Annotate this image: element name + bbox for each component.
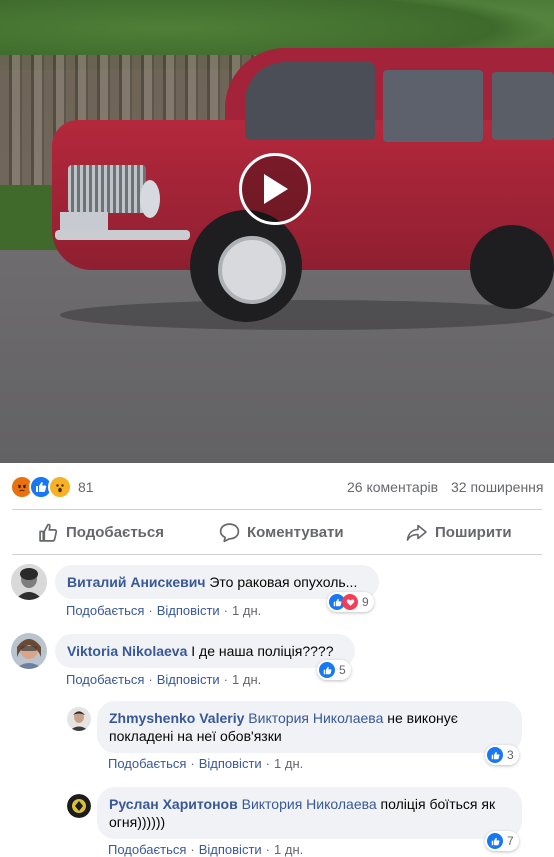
- separator: ·: [223, 603, 229, 618]
- divider: [12, 554, 542, 555]
- separator: ·: [265, 756, 271, 771]
- video-player[interactable]: [0, 0, 554, 463]
- play-icon: [264, 174, 288, 204]
- comment-bubble-icon: [219, 522, 240, 542]
- comment-like-link[interactable]: Подобається: [66, 603, 144, 618]
- comment-button[interactable]: Коментувати: [219, 516, 344, 548]
- comment-like-link[interactable]: Подобається: [108, 842, 186, 857]
- comment-reply-link[interactable]: Відповісти: [157, 672, 220, 687]
- reply-bubble: Zhmyshenko Valeriy Виктория Николаева не…: [97, 701, 522, 753]
- like-reaction-icon: [487, 747, 503, 763]
- shares-count-link[interactable]: 32 поширення: [451, 479, 544, 495]
- comment-author[interactable]: Viktoria Nikolaeva: [67, 643, 187, 659]
- comment-mention[interactable]: Виктория Николаева: [248, 710, 383, 726]
- comment-author[interactable]: Руслан Харитонов: [109, 796, 238, 812]
- like-reaction-icon: [319, 662, 335, 678]
- video-frame-rear-wheel: [470, 225, 554, 309]
- avatar[interactable]: [67, 707, 91, 731]
- video-frame-headlight: [140, 180, 160, 218]
- comment-reaction-count: 3: [507, 748, 514, 762]
- comment-reactions-badge[interactable]: 7: [485, 831, 519, 851]
- comment-meta: Подобається · Відповісти · 1 дн.: [108, 842, 303, 857]
- comment-meta: Подобається · Відповісти · 1 дн.: [108, 756, 303, 771]
- comment-reply-link[interactable]: Відповісти: [157, 603, 220, 618]
- share-button-label: Поширити: [435, 523, 512, 541]
- separator: ·: [223, 672, 229, 687]
- comment-reaction-count: 5: [339, 663, 346, 677]
- divider: [12, 509, 542, 510]
- comments-count-link[interactable]: 26 коментарів: [347, 479, 438, 495]
- avatar[interactable]: [11, 633, 47, 669]
- reactions-summary[interactable]: 81: [10, 475, 94, 499]
- comment-like-link[interactable]: Подобається: [108, 756, 186, 771]
- video-frame-car-shadow: [60, 300, 554, 330]
- avatar[interactable]: [67, 794, 91, 818]
- comment-timestamp[interactable]: 1 дн.: [274, 842, 303, 857]
- video-frame-rear-window: [492, 72, 554, 140]
- separator: ·: [148, 672, 153, 687]
- separator: ·: [148, 603, 153, 618]
- comment-reply-link[interactable]: Відповісти: [199, 756, 262, 771]
- share-arrow-icon: [406, 524, 427, 541]
- video-frame-car-grille: [68, 165, 146, 213]
- comment-reactions-badge[interactable]: 9: [327, 592, 374, 612]
- comment-reply-link[interactable]: Відповісти: [199, 842, 262, 857]
- play-button[interactable]: [239, 153, 311, 225]
- avatar-portrait-icon: [11, 633, 47, 669]
- reactions-count[interactable]: 81: [78, 479, 94, 495]
- comment-like-link[interactable]: Подобається: [66, 672, 144, 687]
- comment-timestamp[interactable]: 1 дн.: [274, 756, 303, 771]
- comment-reactions-badge[interactable]: 3: [485, 745, 519, 765]
- comment-author[interactable]: Виталий Анискевич: [67, 574, 205, 590]
- thumbs-up-icon: [39, 523, 58, 542]
- comment-bubble: Viktoria Nikolaeva І де наша поліція????: [55, 634, 355, 668]
- comment-timestamp[interactable]: 1 дн.: [232, 603, 261, 618]
- comment-text: Это раковая опухоль...: [205, 574, 358, 590]
- comment-button-label: Коментувати: [247, 523, 344, 541]
- separator: ·: [190, 756, 195, 771]
- comment-reaction-count: 9: [362, 595, 369, 609]
- avatar-portrait-icon: [67, 707, 91, 731]
- comment-meta: Подобається · Відповісти · 1 дн.: [66, 672, 261, 687]
- share-button[interactable]: Поширити: [406, 516, 512, 548]
- like-reaction-icon: [487, 833, 503, 849]
- video-frame-windshield: [245, 62, 375, 140]
- comment-timestamp[interactable]: 1 дн.: [232, 672, 261, 687]
- wow-reaction-icon: [48, 475, 72, 499]
- video-frame-bumper: [55, 230, 190, 240]
- avatar[interactable]: [11, 564, 47, 600]
- reply-bubble: Руслан Харитонов Виктория Николаева полі…: [97, 787, 522, 839]
- like-button-label: Подобається: [66, 523, 164, 541]
- separator: ·: [265, 842, 271, 857]
- comment-author[interactable]: Zhmyshenko Valeriy: [109, 710, 244, 726]
- love-reaction-icon: [342, 594, 358, 610]
- avatar-portrait-icon: [11, 564, 47, 600]
- comment-meta: Подобається · Відповісти · 1 дн.: [66, 603, 261, 618]
- comment-text: І де наша поліція????: [187, 643, 334, 659]
- comment-reaction-count: 7: [507, 834, 514, 848]
- separator: ·: [190, 842, 195, 857]
- comment-mention[interactable]: Виктория Николаева: [242, 796, 377, 812]
- comment-reactions-badge[interactable]: 5: [317, 660, 351, 680]
- like-button[interactable]: Подобається: [38, 516, 164, 548]
- video-frame-side-window: [383, 70, 483, 142]
- reactions-summary-bar: 81 26 коментарів 32 поширення: [0, 470, 554, 502]
- video-frame-hubcap: [218, 236, 286, 304]
- avatar-logo-icon: [67, 794, 91, 818]
